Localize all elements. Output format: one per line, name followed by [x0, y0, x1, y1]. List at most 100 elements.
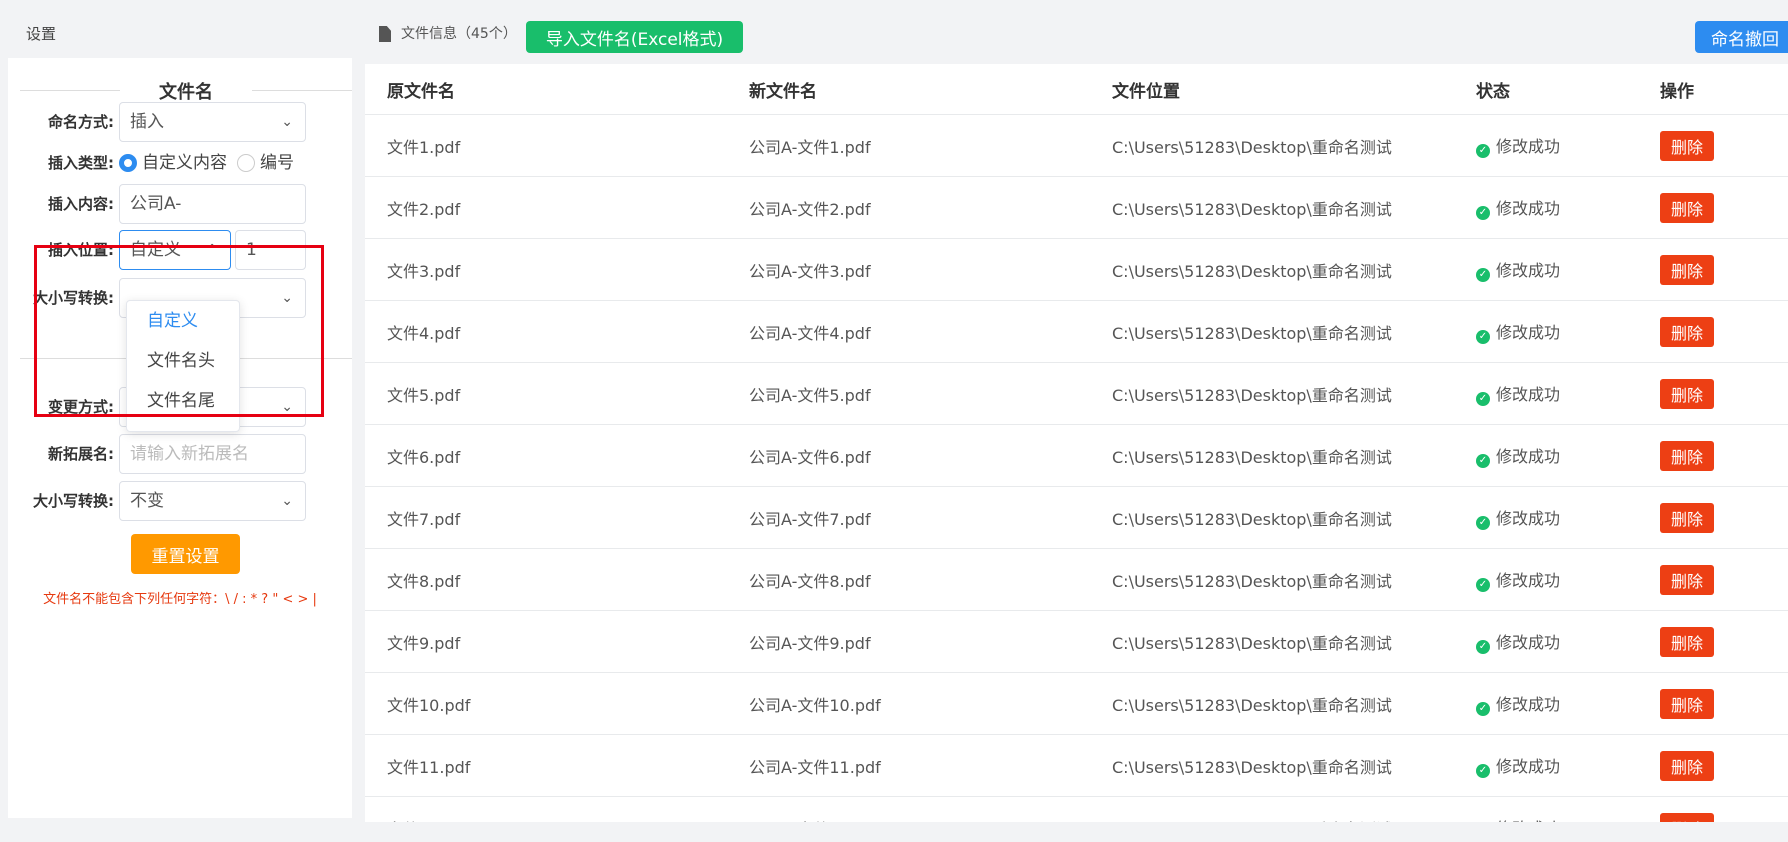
original-filename: 文件9.pdf	[365, 610, 727, 673]
column-header-status: 状态	[1454, 64, 1638, 115]
settings-panel: 设置 文件名 命名方式: 插入 ⌄ 插入类型: 自定义内容 编号 插入内容: 公…	[8, 8, 352, 818]
radio-custom-content-label[interactable]: 自定义内容	[142, 143, 227, 183]
file-info-title: 文件信息（45个）	[401, 26, 517, 42]
column-header-original: 原文件名	[365, 64, 727, 115]
delete-button[interactable]: 删除	[1660, 626, 1714, 657]
case-convert-select-2[interactable]: 不变 ⌄	[119, 481, 306, 521]
insert-content-input[interactable]: 公司A-	[119, 184, 306, 224]
new-filename: 公司A-文件7.pdf	[727, 486, 1090, 549]
file-info-panel: 文件信息（45个） 导入文件名(Excel格式) 命名撤回 原文件名 新文件名 …	[365, 8, 1788, 822]
delete-button[interactable]: 删除	[1660, 254, 1714, 285]
delete-button[interactable]: 删除	[1660, 750, 1714, 781]
insert-type-label: 插入类型:	[48, 154, 114, 172]
action-cell: 删除	[1638, 548, 1788, 611]
file-icon	[379, 26, 391, 42]
new-filename: 公司A-文件11.pdf	[727, 734, 1090, 797]
file-path: C:\Users\51283\Desktop\重命名测试	[1090, 672, 1454, 735]
check-circle-icon: ✓	[1476, 516, 1490, 530]
check-circle-icon: ✓	[1476, 330, 1490, 344]
action-cell: 删除	[1638, 424, 1788, 487]
file-path: C:\Users\51283\Desktop\重命名测试	[1090, 796, 1454, 822]
dropdown-option-custom[interactable]: 自定义	[127, 301, 239, 341]
new-filename: 公司A-文件2.pdf	[727, 176, 1090, 239]
divider	[252, 90, 352, 91]
status-cell: ✓修改成功	[1454, 672, 1638, 735]
new-filename: 公司A-文件4.pdf	[727, 300, 1090, 363]
file-path: C:\Users\51283\Desktop\重命名测试	[1090, 424, 1454, 487]
status-cell: ✓修改成功	[1454, 424, 1638, 487]
insert-position-number-input[interactable]: 1	[235, 230, 306, 270]
chevron-up-icon: ⌃	[206, 242, 218, 258]
new-filename: 公司A-文件9.pdf	[727, 610, 1090, 673]
insert-content-row: 插入内容: 公司A-	[8, 184, 352, 224]
table-header-row: 原文件名 新文件名 文件位置 状态 操作	[365, 64, 1788, 115]
radio-number-label[interactable]: 编号	[260, 143, 294, 183]
check-circle-icon: ✓	[1476, 206, 1490, 220]
naming-method-row: 命名方式: 插入 ⌄	[8, 102, 352, 142]
status-cell: ✓修改成功	[1454, 176, 1638, 239]
check-circle-icon: ✓	[1476, 640, 1490, 654]
reset-settings-button[interactable]: 重置设置	[131, 534, 240, 574]
dropdown-option-tail[interactable]: 文件名尾	[127, 381, 239, 421]
delete-button[interactable]: 删除	[1660, 440, 1714, 471]
delete-button[interactable]: 删除	[1660, 688, 1714, 719]
chevron-down-icon: ⌄	[281, 290, 293, 306]
action-cell: 删除	[1638, 176, 1788, 239]
delete-button[interactable]: 删除	[1660, 502, 1714, 533]
action-cell: 删除	[1638, 672, 1788, 735]
action-cell: 删除	[1638, 486, 1788, 549]
action-cell: 删除	[1638, 610, 1788, 673]
original-filename: 文件1.pdf	[365, 114, 727, 177]
table-row: 文件3.pdf 公司A-文件3.pdf C:\Users\51283\Desktop…	[365, 238, 1788, 301]
delete-button[interactable]: 删除	[1660, 564, 1714, 595]
case-convert-label-1: 大小写转换:	[33, 289, 114, 307]
action-cell: 删除	[1638, 796, 1788, 822]
insert-position-row: 插入位置: 自定义 ⌃ 1	[8, 230, 352, 270]
delete-button[interactable]: 删除	[1660, 192, 1714, 223]
new-ext-label: 新拓展名:	[48, 445, 114, 463]
action-cell: 删除	[1638, 238, 1788, 301]
file-path: C:\Users\51283\Desktop\重命名测试	[1090, 300, 1454, 363]
original-filename: 文件2.pdf	[365, 176, 727, 239]
column-header-action: 操作	[1638, 64, 1788, 115]
status-text: 修改成功	[1496, 137, 1561, 156]
chevron-down-icon: ⌄	[281, 493, 293, 509]
filename-warning: 文件名不能包含下列任何字符：\ / : * ? " < > |	[43, 592, 317, 607]
new-ext-input[interactable]: 请输入新拓展名	[119, 434, 306, 474]
radio-number[interactable]	[237, 154, 255, 172]
file-path: C:\Users\51283\Desktop\重命名测试	[1090, 486, 1454, 549]
status-text: 修改成功	[1496, 695, 1561, 714]
check-circle-icon: ✓	[1476, 764, 1490, 778]
change-method-label: 变更方式:	[48, 398, 114, 416]
settings-header: 设置	[8, 8, 352, 58]
table-row: 文件11.pdf 公司A-文件11.pdf C:\Users\51283\Deskt…	[365, 734, 1788, 797]
naming-method-select[interactable]: 插入 ⌄	[119, 102, 306, 142]
action-cell: 删除	[1638, 362, 1788, 425]
dropdown-option-head[interactable]: 文件名头	[127, 341, 239, 381]
delete-button[interactable]: 删除	[1660, 316, 1714, 347]
case-convert-row-2: 大小写转换: 不变 ⌄	[8, 481, 352, 521]
file-path: C:\Users\51283\Desktop\重命名测试	[1090, 238, 1454, 301]
case-convert-label-2: 大小写转换:	[33, 492, 114, 510]
status-cell: ✓修改成功	[1454, 796, 1638, 822]
import-excel-button[interactable]: 导入文件名(Excel格式)	[526, 21, 743, 53]
section-title-text: 文件名	[159, 82, 213, 103]
check-circle-icon: ✓	[1476, 578, 1490, 592]
insert-position-select[interactable]: 自定义 ⌃	[119, 230, 231, 270]
original-filename: 文件5.pdf	[365, 362, 727, 425]
action-cell: 删除	[1638, 734, 1788, 797]
status-cell: ✓修改成功	[1454, 114, 1638, 177]
new-ext-row: 新拓展名: 请输入新拓展名	[8, 434, 352, 474]
radio-custom-content[interactable]	[119, 154, 137, 172]
delete-button[interactable]: 删除	[1660, 130, 1714, 161]
delete-button[interactable]: 删除	[1660, 378, 1714, 409]
status-text: 修改成功	[1496, 757, 1561, 776]
status-cell: ✓修改成功	[1454, 610, 1638, 673]
table-row: 文件10.pdf 公司A-文件10.pdf C:\Users\51283\Deskt…	[365, 672, 1788, 735]
insert-type-row: 插入类型: 自定义内容 编号	[8, 143, 352, 183]
status-text: 修改成功	[1496, 571, 1561, 590]
undo-rename-button[interactable]: 命名撤回	[1695, 21, 1788, 53]
chevron-down-icon: ⌄	[281, 114, 293, 130]
delete-button[interactable]: 删除	[1660, 812, 1714, 822]
file-path: C:\Users\51283\Desktop\重命名测试	[1090, 610, 1454, 673]
